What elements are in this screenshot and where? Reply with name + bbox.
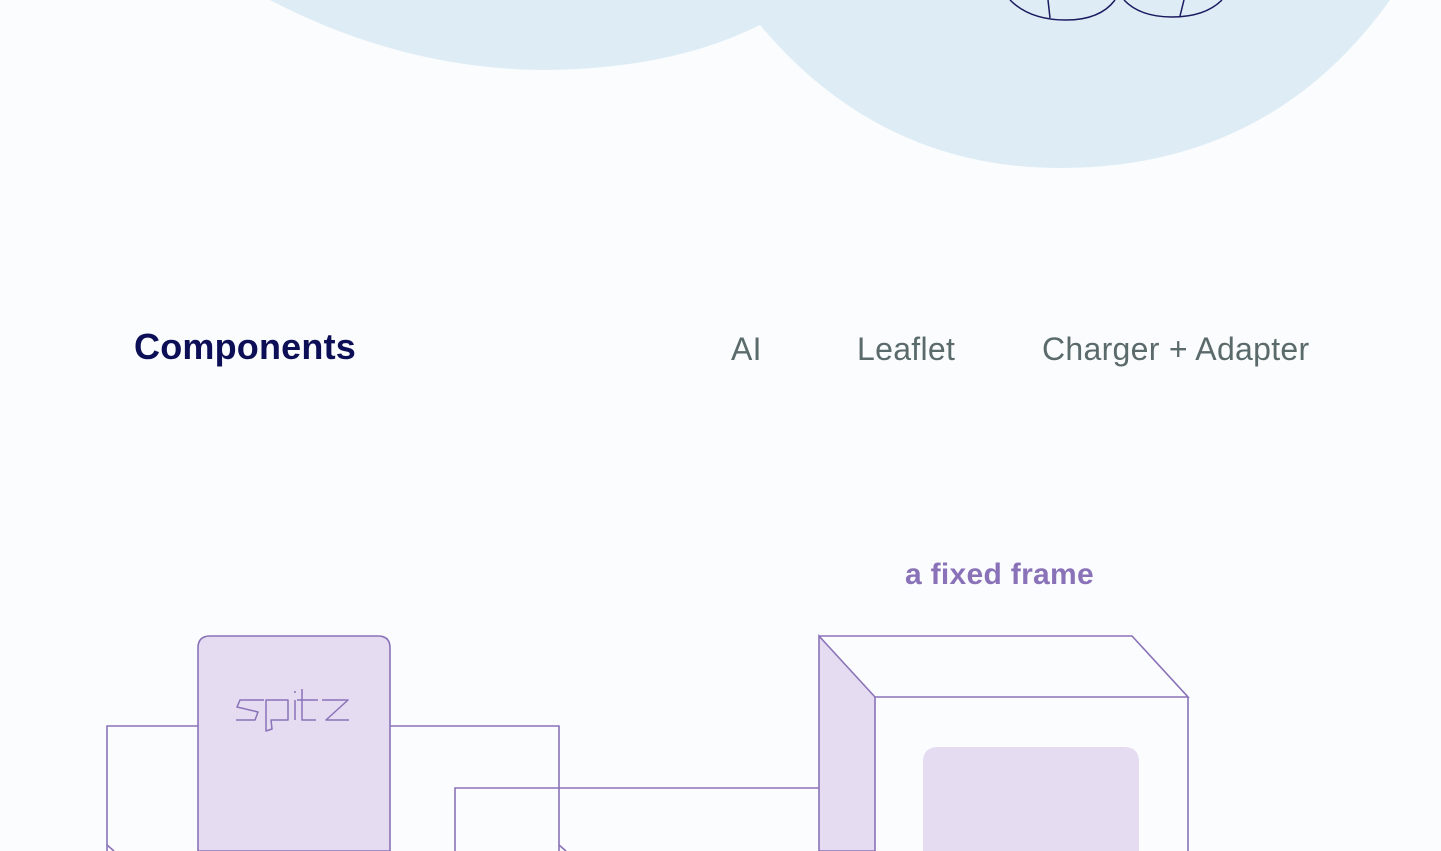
- nav-link-charger-adapter[interactable]: Charger + Adapter: [1042, 328, 1310, 370]
- nav-link-leaflet[interactable]: Leaflet: [857, 328, 955, 370]
- components-nav: Components AI Leaflet Charger + Adapter: [0, 326, 1441, 374]
- device-illustration: [106, 635, 820, 851]
- fixed-frame-caption: a fixed frame: [905, 558, 1094, 591]
- cloud-shape: [270, 0, 1390, 168]
- fixed-frame-illustration: [818, 633, 1190, 851]
- background-illustration: [106, 0, 1390, 851]
- section-title: Components: [134, 326, 356, 367]
- nav-link-ai[interactable]: AI: [731, 328, 762, 370]
